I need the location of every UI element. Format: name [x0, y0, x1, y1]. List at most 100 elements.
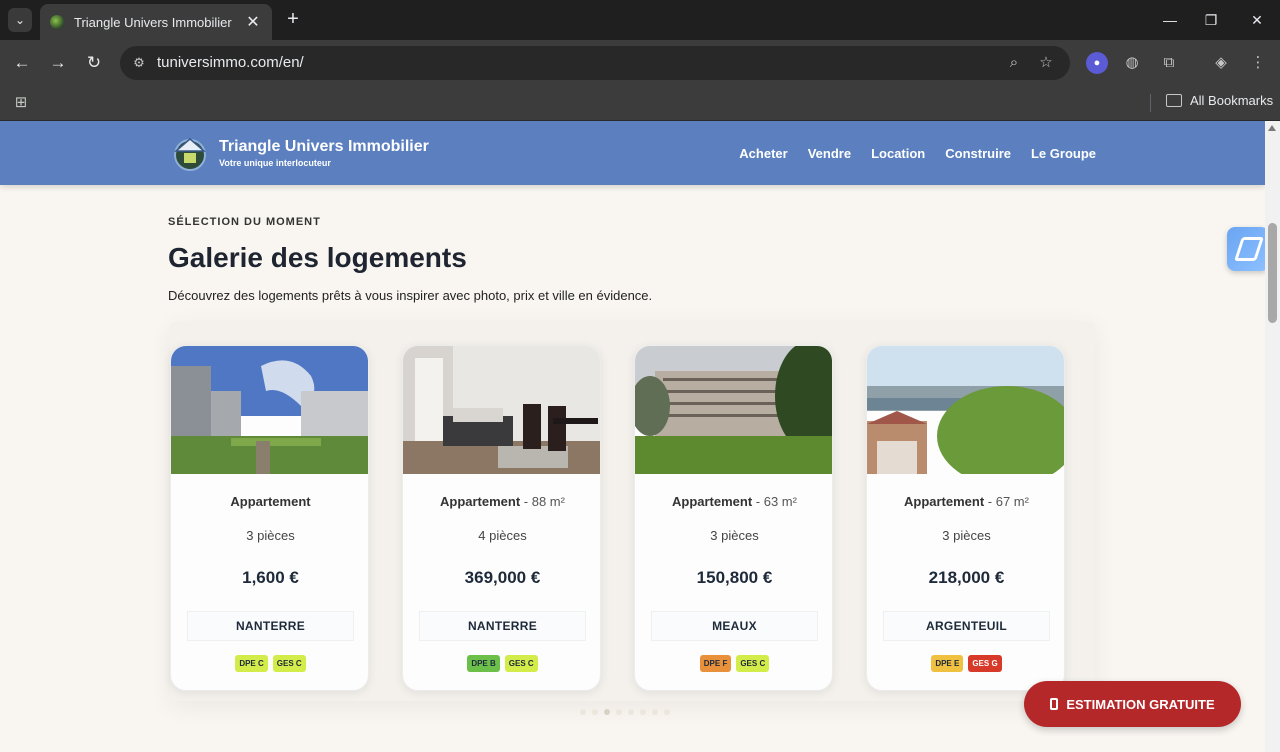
site-favicon-icon [50, 15, 64, 29]
all-bookmarks-label: All Bookmarks [1190, 93, 1274, 108]
listing-area: - 67 m² [984, 494, 1029, 509]
browser-toolbar: ← → ↻ ⚙ tuniversimmo.com/en/ ⌕ ☆ ● ◍ ⧉ ◈… [0, 40, 1280, 86]
page-title: Galerie des logements [168, 242, 467, 273]
listing-type-label: Appartement [904, 494, 985, 509]
bookmarks-bar: ⊞ All Bookmarks [0, 86, 1280, 121]
listing-city: NANTERRE [419, 611, 586, 641]
listing-rooms: 3 pièces [710, 528, 759, 543]
carousel-dot[interactable] [616, 709, 622, 715]
bookmark-star-icon[interactable]: ☆ [1036, 54, 1056, 72]
extensions-puzzle-icon[interactable]: ⧉ [1158, 52, 1180, 74]
listing-photo[interactable] [867, 346, 1064, 474]
brand-name[interactable]: Triangle Univers Immobilier [219, 138, 429, 156]
nav-acheter[interactable]: Acheter [739, 146, 787, 161]
main-nav: Acheter Vendre Location Construire Le Gr… [739, 146, 1096, 161]
listing-photo[interactable] [635, 346, 832, 474]
folder-icon [1166, 94, 1182, 107]
listing-price: 369,000 € [464, 568, 541, 587]
carousel-dots [580, 709, 670, 715]
carousel-dot[interactable] [652, 709, 658, 715]
carousel-dot[interactable] [628, 709, 634, 715]
reload-icon[interactable]: ↻ [82, 51, 106, 75]
site-logo[interactable] [170, 133, 210, 173]
listing-type: Appartement [171, 494, 368, 509]
listing-card[interactable]: Appartement - 63 m² 3 pièces 150,800 € M… [634, 345, 833, 691]
chevron-down-icon: ⌄ [14, 13, 26, 27]
page-viewport: Triangle Univers Immobilier Votre unique… [0, 121, 1265, 752]
listing-city: NANTERRE [187, 611, 354, 641]
bookmarks-divider [1150, 94, 1151, 112]
listing-photo[interactable] [171, 346, 368, 474]
nav-location[interactable]: Location [871, 146, 925, 161]
close-window-button[interactable]: ✕ [1242, 8, 1272, 32]
listing-type: Appartement - 88 m² [403, 494, 600, 509]
floating-widget-icon[interactable] [1227, 227, 1265, 271]
brand-tagline: Votre unique interlocuteur [219, 158, 331, 168]
listing-price: 1,600 € [242, 568, 299, 587]
close-icon[interactable]: ✕ [244, 12, 262, 32]
dpe-badge: DPE F [699, 655, 732, 672]
scroll-up-icon[interactable] [1268, 125, 1276, 131]
energy-badges: DPE B GES C [403, 655, 600, 672]
url-text[interactable]: tuniversimmo.com/en/ [157, 54, 304, 71]
browser-tab[interactable]: Triangle Univers Immobilier ✕ [40, 4, 272, 40]
ges-badge: GES C [736, 655, 770, 672]
carousel-dot[interactable] [604, 709, 610, 715]
energy-badges: DPE C GES C [171, 655, 368, 672]
globe-icon[interactable]: ◍ [1121, 52, 1143, 74]
dpe-badge: DPE C [235, 655, 268, 672]
profile-icon[interactable]: ◈ [1210, 52, 1232, 74]
listing-area: - 88 m² [520, 494, 565, 509]
listing-rooms: 4 pièces [478, 528, 527, 543]
restore-button[interactable]: ❐ [1196, 8, 1226, 32]
energy-badges: DPE E GES G [867, 655, 1064, 672]
site-header: Triangle Univers Immobilier Votre unique… [0, 121, 1265, 185]
estimation-button[interactable]: ESTIMATION GRATUITE [1024, 681, 1241, 727]
all-bookmarks-button[interactable]: All Bookmarks [1166, 93, 1273, 108]
new-tab-button[interactable]: + [282, 8, 304, 32]
calculator-icon [1050, 698, 1059, 710]
section-subtitle: Découvrez des logements prêts à vous ins… [168, 288, 653, 303]
page-scrollbar[interactable] [1265, 121, 1280, 752]
listing-type-label: Appartement [440, 494, 521, 509]
scroll-thumb[interactable] [1268, 223, 1277, 323]
listing-type-label: Appartement [230, 494, 311, 509]
nav-vendre[interactable]: Vendre [808, 146, 851, 161]
listing-type: Appartement - 67 m² [867, 494, 1064, 509]
tab-title: Triangle Univers Immobilier [74, 14, 232, 30]
listing-price: 150,800 € [696, 568, 773, 587]
carousel-dot[interactable] [664, 709, 670, 715]
ges-badge: GES C [504, 655, 538, 672]
listing-city: ARGENTEUIL [883, 611, 1050, 641]
listing-rooms: 3 pièces [246, 528, 295, 543]
listing-card[interactable]: Appartement - 67 m² 3 pièces 218,000 € A… [866, 345, 1065, 691]
back-icon[interactable]: ← [10, 51, 34, 75]
nav-le-groupe[interactable]: Le Groupe [1031, 146, 1096, 161]
site-info-icon[interactable]: ⚙ [130, 54, 148, 72]
minimize-button[interactable]: — [1155, 8, 1185, 32]
more-menu-icon[interactable]: ⋮ [1247, 52, 1269, 74]
listing-type-label: Appartement [672, 494, 753, 509]
energy-badges: DPE F GES C [635, 655, 832, 672]
zoom-icon[interactable]: ⌕ [1004, 54, 1024, 72]
forward-icon[interactable]: → [46, 51, 70, 75]
section-eyebrow: SÉLECTION DU MOMENT [168, 216, 321, 228]
extension-ghost-icon[interactable]: ● [1086, 52, 1108, 74]
browser-tabstrip: ⌄ Triangle Univers Immobilier ✕ + — ❐ ✕ [0, 0, 1280, 40]
listing-card[interactable]: Appartement - 88 m² 4 pièces 369,000 € N… [402, 345, 601, 691]
listing-price: 218,000 € [928, 568, 1005, 587]
nav-construire[interactable]: Construire [945, 146, 1011, 161]
dpe-badge: DPE E [931, 655, 964, 672]
apps-grid-icon[interactable]: ⊞ [12, 94, 30, 112]
listings-carousel: Appartement 3 pièces 1,600 € NANTERRE DP… [170, 321, 1095, 701]
estimation-button-label: ESTIMATION GRATUITE [1066, 696, 1215, 712]
tab-search-button[interactable]: ⌄ [8, 8, 32, 32]
carousel-dot[interactable] [580, 709, 586, 715]
listing-photo[interactable] [403, 346, 600, 474]
carousel-dot[interactable] [640, 709, 646, 715]
listing-city: MEAUX [651, 611, 818, 641]
carousel-dot[interactable] [592, 709, 598, 715]
listing-card[interactable]: Appartement 3 pièces 1,600 € NANTERRE DP… [170, 345, 369, 691]
dpe-badge: DPE B [467, 655, 500, 672]
address-bar[interactable]: ⚙ tuniversimmo.com/en/ ⌕ ☆ [120, 46, 1070, 80]
